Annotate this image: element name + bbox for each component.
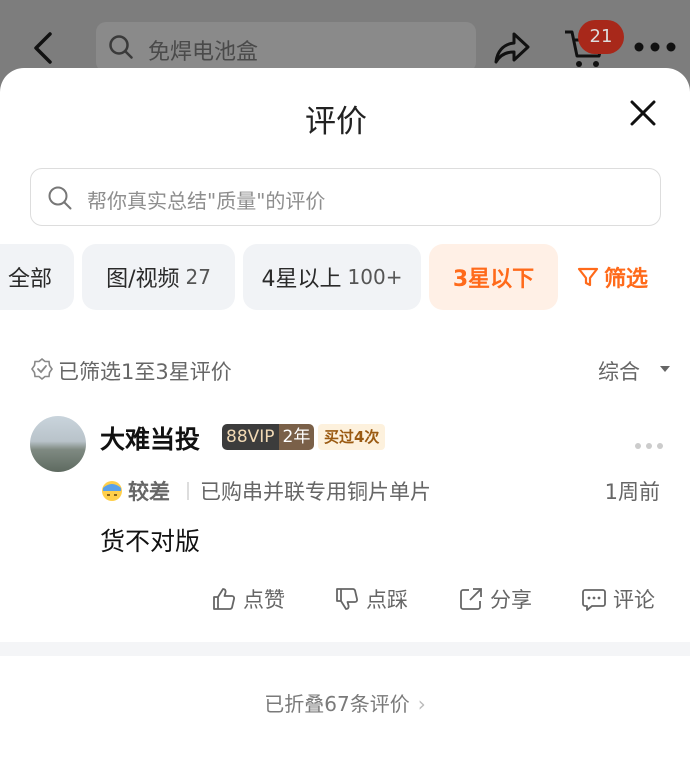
search-icon (48, 186, 72, 210)
sad-face-icon (102, 481, 122, 501)
divider (187, 482, 189, 500)
chip-label: 4星以上 (261, 267, 342, 292)
close-icon[interactable] (628, 98, 658, 128)
background-search-bar[interactable]: 免焊电池盒 (96, 22, 476, 72)
chip-count: 27 (185, 265, 211, 289)
rating-label: 较差 (128, 480, 170, 504)
search-text: 免焊电池盒 (148, 40, 259, 65)
section-divider (0, 642, 690, 656)
purchased-sku: 已购串并联专用铜片单片 (200, 480, 431, 504)
share-out-icon (460, 588, 482, 610)
dislike-button[interactable]: 点踩 (334, 584, 408, 614)
more-options-icon[interactable] (634, 442, 664, 450)
chip-label: 图/视频 (106, 267, 180, 292)
share-icon[interactable] (492, 28, 532, 68)
more-icon[interactable] (632, 40, 678, 54)
verified-badge-icon (31, 357, 53, 381)
chip-label: 3星以下 (452, 267, 535, 292)
vip-years: 2年 (278, 424, 315, 450)
chip-label: 全部 (7, 267, 52, 292)
review-actions: 点赞 点踩 分享 评论 (0, 584, 690, 620)
caret-down-icon[interactable] (660, 366, 670, 372)
avatar[interactable] (30, 416, 86, 472)
review-sheet: 评价 帮你真实总结"质量"的评价 全部 图/视频 27 4星以上 100+ 3星… (0, 68, 690, 761)
share-button[interactable]: 分享 (458, 584, 532, 614)
thumbs-up-icon (213, 588, 236, 610)
rating-row: 较差 已购串并联专用铜片单片 1周前 (100, 476, 660, 506)
comment-icon (582, 589, 606, 611)
cart-count-badge: 21 (578, 20, 624, 54)
chip-label: 筛选 (604, 267, 649, 292)
review-search-input[interactable]: 帮你真实总结"质量"的评价 (30, 168, 661, 226)
sheet-title: 评价 (305, 104, 367, 140)
filter-button[interactable]: 筛选 (576, 244, 676, 310)
dislike-label: 点踩 (366, 588, 408, 612)
search-placeholder: 帮你真实总结"质量"的评价 (87, 189, 326, 213)
like-button[interactable]: 点赞 (211, 584, 285, 614)
review-time: 1周前 (604, 480, 660, 504)
comment-label: 评论 (613, 588, 655, 612)
chip-3-star-down[interactable]: 3星以下 (429, 244, 558, 310)
review-content: 货不对版 (100, 527, 201, 556)
back-arrow-icon[interactable] (28, 30, 60, 66)
filter-status-row: 已筛选1至3星评价 综合 (30, 356, 670, 384)
filter-chips: 全部 图/视频 27 4星以上 100+ 3星以下 筛选 (0, 244, 690, 312)
vip-badge: 88VIP 2年 (222, 424, 315, 450)
filter-status-text: 已筛选1至3星评价 (58, 360, 232, 384)
chip-count: 100+ (347, 265, 403, 289)
chip-media[interactable]: 图/视频 27 (82, 244, 235, 310)
vip-label: 88VIP (222, 424, 279, 450)
folded-reviews-text: 已折叠67条评价 (264, 692, 410, 716)
chip-all[interactable]: 全部 (0, 244, 74, 310)
share-label: 分享 (490, 588, 532, 612)
purchase-count-badge: 买过4次 (318, 424, 386, 450)
username[interactable]: 大难当投 (100, 420, 200, 456)
search-icon (109, 35, 133, 59)
comment-button[interactable]: 评论 (581, 584, 655, 614)
folded-reviews-link[interactable]: 已折叠67条评价 › (0, 688, 690, 717)
like-label: 点赞 (243, 588, 285, 612)
funnel-icon (577, 267, 599, 287)
thumbs-down-icon (336, 588, 359, 610)
chip-4-star-up[interactable]: 4星以上 100+ (243, 244, 421, 310)
sort-dropdown[interactable]: 综合 (598, 356, 640, 386)
chevron-right-icon: › (417, 692, 426, 716)
